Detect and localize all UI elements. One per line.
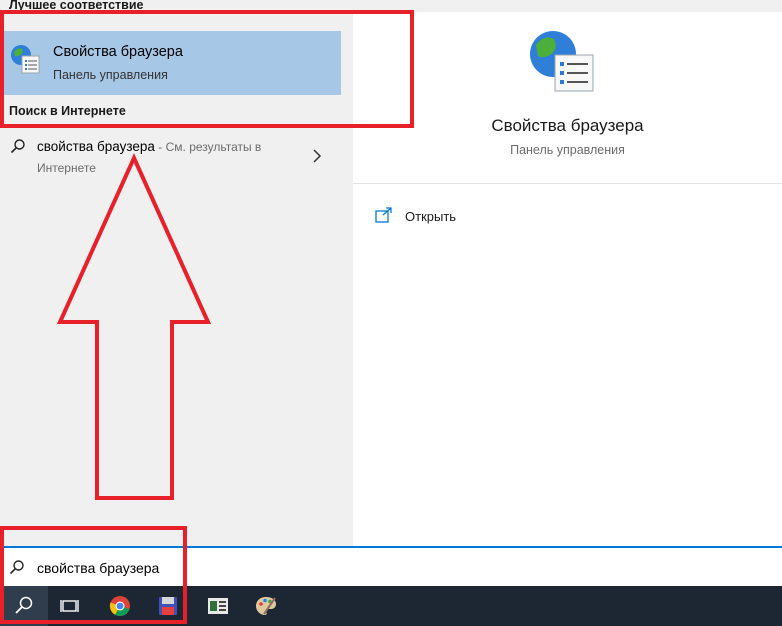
web-result-hint-line2: Интернете (37, 161, 96, 175)
chevron-right-icon[interactable] (312, 149, 322, 163)
best-match-item[interactable]: Свойства браузера Панель управления (0, 31, 341, 95)
open-action[interactable]: Открыть (375, 207, 575, 229)
preview-pane: Свойства браузера Панель управления Откр… (353, 12, 782, 546)
best-match-title: Свойства браузера (53, 44, 183, 60)
internet-options-large-icon (530, 31, 594, 92)
search-icon (9, 560, 24, 575)
web-result-query-text: свойства браузера (37, 139, 155, 154)
open-label: Открыть (405, 209, 457, 224)
taskbar (0, 586, 782, 626)
web-search-heading: Поиск в Интернете (9, 104, 126, 118)
save-app-icon (159, 597, 177, 615)
open-icon (375, 207, 392, 223)
results-pane: Лучшее соответствие Свойства браузера Па… (0, 0, 343, 546)
web-search-result[interactable]: свойства браузера - См. результаты в Инт… (0, 133, 341, 181)
terminal-app-taskbar-button[interactable] (194, 586, 242, 626)
chrome-taskbar-button[interactable] (96, 586, 144, 626)
chrome-icon (109, 596, 130, 617)
web-result-query: свойства браузера - См. результаты в (37, 139, 261, 154)
preview-subtitle: Панель управления (510, 143, 625, 157)
save-app-taskbar-button[interactable] (144, 586, 192, 626)
terminal-app-icon (208, 598, 228, 614)
taskbar-search-button[interactable] (0, 586, 48, 626)
internet-options-icon (11, 45, 40, 74)
task-view-icon (60, 600, 79, 612)
search-icon (15, 596, 33, 614)
task-view-button[interactable] (46, 586, 94, 626)
web-result-hint: - См. результаты в (154, 140, 262, 154)
search-box[interactable]: свойства браузера (0, 546, 782, 586)
preview-header: Свойства браузера Панель управления (353, 12, 782, 184)
search-icon (10, 139, 25, 154)
search-input[interactable]: свойства браузера (37, 560, 159, 576)
best-match-subtitle: Панель управления (53, 68, 168, 82)
paint-taskbar-button[interactable] (242, 586, 290, 626)
preview-title: Свойства браузера (491, 116, 644, 135)
best-match-heading: Лучшее соответствие (9, 0, 144, 12)
paint-icon (256, 597, 276, 615)
